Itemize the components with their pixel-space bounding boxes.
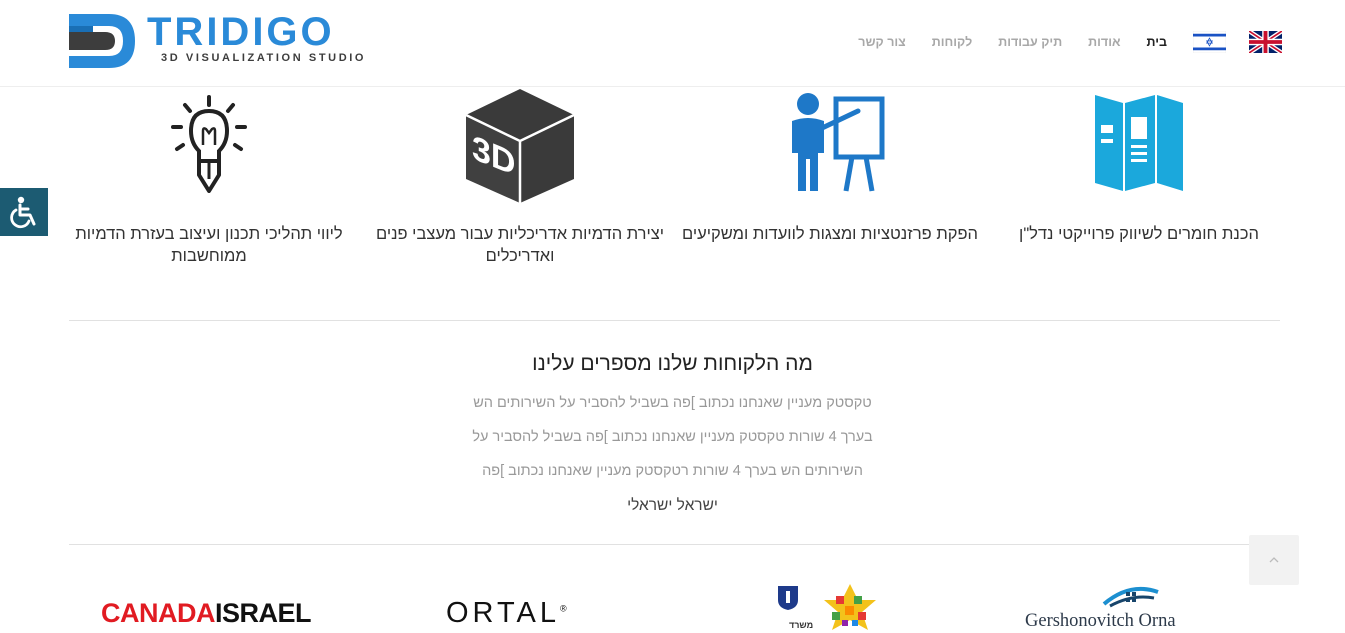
nav-about[interactable]: אודות xyxy=(1088,35,1120,49)
service-title: ליווי תהליכי תכנון ועיצוב בעזרת הדמיות מ… xyxy=(75,225,343,265)
client-logo-gershonovitch: Gershonovitch Orna xyxy=(1025,611,1176,631)
divider xyxy=(69,544,1280,545)
logo-name: TRIDIGO xyxy=(147,10,335,54)
canada-text: CANADA xyxy=(101,598,216,628)
client-logo-ministry: משרד xyxy=(776,582,886,633)
service-title: הפקת פרזנטציות ומצגות לוועדות ומשקיעים xyxy=(682,225,978,243)
testimonials-heading: מה הלקוחות שלנו מספרים עלינו xyxy=(532,352,813,375)
israel-text: ISRAEL xyxy=(215,598,312,628)
house-roof-icon xyxy=(1102,587,1159,608)
service-title: יצירת הדמיות אדריכליות עבור מעצבי פנים ו… xyxy=(375,225,665,265)
testimonial-line: השירותים הש בערך 4 שורות רטקסטק מעניין ש… xyxy=(482,463,863,479)
registered-mark: ® xyxy=(560,603,567,614)
testimonial-line: בערך 4 שורות טקסטק מעניין שאנחנו נכתוב ]… xyxy=(472,429,873,445)
ortal-text: ORTAL xyxy=(446,597,561,629)
main-nav: בית אודות תיק עבודות לקוחות צור קשר xyxy=(832,28,1282,56)
houses-star-icon xyxy=(824,584,876,630)
lightbulb-pencil-icon xyxy=(171,95,247,193)
state-emblem-icon xyxy=(778,586,798,610)
testimonial-line: טקסטק מעניין שאנחנו נכתוב ]פה בשביל להסב… xyxy=(473,395,872,411)
divider xyxy=(69,320,1280,321)
uk-flag-icon[interactable] xyxy=(1249,31,1282,53)
logo-mark-icon xyxy=(69,14,135,68)
logo-tagline: 3D VISUALIZATION STUDIO xyxy=(161,52,367,64)
client-logo-canada-israel: CANADAISRAEL xyxy=(101,598,312,629)
ministry-label: משרד xyxy=(789,620,814,630)
nav-clients[interactable]: לקוחות xyxy=(932,35,972,49)
site-header: TRIDIGO 3D VISUALIZATION STUDIO בית אודו… xyxy=(0,0,1345,87)
testimonial-author: ישראל ישראלי xyxy=(627,497,718,514)
brochure-icon xyxy=(1095,95,1183,191)
tridigo-logo[interactable]: TRIDIGO 3D VISUALIZATION STUDIO xyxy=(69,10,374,70)
service-title: הכנת חומרים לשיווק פרוייקטי נדל"ן xyxy=(1019,225,1259,243)
nav-home[interactable]: בית xyxy=(1147,35,1168,49)
3d-cube-icon: 3D xyxy=(465,89,575,203)
nav-portfolio[interactable]: תיק עבודות xyxy=(998,35,1062,49)
presentation-icon xyxy=(792,93,885,192)
client-logo-ortal: ORTAL® xyxy=(446,597,567,630)
page: TRIDIGO 3D VISUALIZATION STUDIO בית אודו… xyxy=(0,0,1345,633)
scroll-top-button[interactable] xyxy=(1249,535,1299,585)
gershonovitch-emblem xyxy=(1100,580,1164,612)
accessibility-button[interactable] xyxy=(0,188,48,236)
israel-flag-icon[interactable] xyxy=(1193,31,1226,53)
wheelchair-icon xyxy=(10,196,36,229)
chevron-up-icon xyxy=(1269,557,1279,563)
nav-contact[interactable]: צור קשר xyxy=(858,35,906,49)
